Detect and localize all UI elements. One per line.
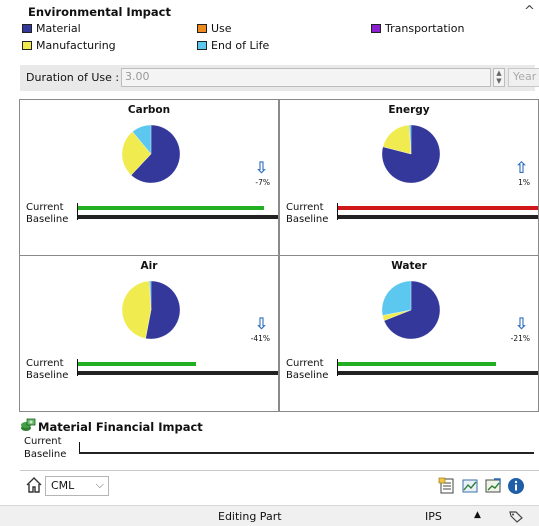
legend-swatch — [197, 41, 207, 50]
duration-row: Duration of Use : 3.00 ▲ ▼ Year ⌵ — [20, 65, 539, 91]
pie-chart — [381, 124, 441, 184]
current-bar — [78, 206, 264, 210]
caret-up-icon[interactable]: ▲ — [474, 510, 481, 520]
baseline-bar — [78, 371, 278, 375]
duration-unit-value: Year — [513, 70, 537, 83]
legend-swatch — [22, 24, 32, 33]
change-percent: 1% — [518, 178, 530, 187]
legend-item-transportation: Transportation — [371, 22, 464, 35]
unit-system-select[interactable]: CML ⌵ — [45, 476, 109, 496]
duration-input[interactable]: 3.00 — [121, 68, 491, 87]
current-bar — [338, 362, 496, 366]
status-text: Editing Part — [218, 510, 282, 523]
impact-panel-water: Water ⇩ -21% Current Baseline — [280, 256, 538, 411]
legend-label: Use — [211, 22, 232, 35]
collapse-chevron-icon[interactable]: ^ — [524, 4, 535, 19]
arrow-down-icon: ⇩ — [514, 314, 528, 333]
current-label: Current — [286, 202, 324, 213]
baseline-label: Baseline — [26, 214, 69, 225]
pie-chart — [121, 280, 181, 340]
baseline-label: Baseline — [286, 370, 329, 381]
baseline-bar — [78, 215, 278, 219]
impact-grid: Carbon ⇩ -7% Current Baseline Energy ⇧ 1… — [19, 99, 539, 412]
pie-chart — [381, 280, 441, 340]
current-label: Current — [26, 358, 64, 369]
baseline-bar — [338, 371, 538, 375]
duration-spinner[interactable]: ▲ ▼ — [493, 68, 505, 87]
legend-label: Material — [36, 22, 81, 35]
status-bar: Editing Part IPS ▲ — [0, 505, 539, 526]
current-label: Current — [26, 202, 64, 213]
panel-title: Air — [140, 260, 158, 272]
legend-swatch — [197, 24, 207, 33]
legend-swatch — [371, 24, 381, 33]
legend-item-end-of-life: End of Life — [197, 39, 269, 52]
spinner-down-icon[interactable]: ▼ — [494, 77, 504, 85]
pie-slice-end-of-life — [381, 280, 412, 316]
report-icon[interactable] — [438, 477, 456, 495]
legend-item-material: Material — [22, 22, 81, 35]
baseline-label: Baseline — [26, 370, 69, 381]
baseline-label: Baseline — [286, 214, 329, 225]
panel-title: Carbon — [127, 104, 171, 116]
financial-baseline-bar — [79, 452, 534, 454]
duration-unit-select[interactable]: Year ⌵ — [508, 68, 539, 87]
export-chart-icon[interactable] — [484, 477, 502, 495]
duration-label: Duration of Use : — [26, 71, 120, 84]
arrow-down-icon: ⇩ — [254, 158, 268, 177]
arrow-down-icon: ⇩ — [254, 314, 268, 333]
current-bar — [338, 206, 538, 210]
financial-current-label: Current — [24, 436, 62, 447]
current-bar — [78, 362, 196, 366]
tag-icon[interactable] — [508, 509, 524, 523]
panel-title: Energy — [388, 104, 430, 116]
home-icon[interactable] — [25, 476, 43, 494]
legend-swatch — [22, 41, 32, 50]
baseline-bar — [338, 215, 538, 219]
change-percent: -7% — [255, 178, 270, 187]
arrow-up-icon: ⇧ — [514, 158, 528, 177]
legend-item-manufacturing: Manufacturing — [22, 39, 116, 52]
impact-panel-energy: Energy ⇧ 1% Current Baseline — [280, 100, 538, 255]
pie-slice-manufacturing — [121, 280, 152, 339]
financial-impact-title: Material Financial Impact — [38, 420, 203, 434]
legend-label: Manufacturing — [36, 39, 116, 52]
spinner-up-icon[interactable]: ▲ — [494, 69, 504, 77]
chevron-down-icon: ⌵ — [95, 478, 104, 491]
financial-baseline-label: Baseline — [24, 449, 67, 460]
status-units[interactable]: IPS — [425, 510, 442, 523]
legend-item-use: Use — [197, 22, 232, 35]
chart-image-icon[interactable] — [461, 477, 479, 495]
info-icon[interactable] — [507, 477, 525, 495]
change-percent: -21% — [510, 334, 530, 343]
unit-system-value: CML — [51, 479, 75, 492]
change-percent: -41% — [250, 334, 270, 343]
money-stack-icon — [21, 418, 36, 431]
bottom-toolbar: CML ⌵ — [20, 470, 539, 501]
legend-label: Transportation — [385, 22, 465, 35]
section-title: Environmental Impact — [28, 5, 171, 19]
impact-panel-air: Air ⇩ -41% Current Baseline — [20, 256, 278, 411]
legend-label: End of Life — [211, 39, 270, 52]
pie-chart — [121, 124, 181, 184]
current-label: Current — [286, 358, 324, 369]
impact-panel-carbon: Carbon ⇩ -7% Current Baseline — [20, 100, 278, 255]
panel-title: Water — [391, 260, 427, 272]
